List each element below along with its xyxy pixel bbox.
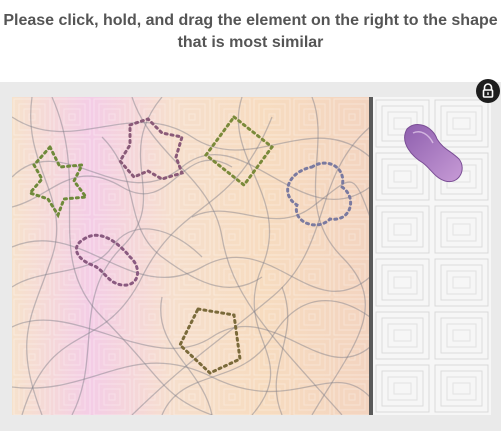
draggable-shape[interactable] [393, 115, 469, 191]
lock-icon [476, 79, 500, 103]
puzzle-canvas[interactable] [12, 97, 370, 415]
lock-button[interactable] [476, 79, 500, 103]
instruction-text: Please click, hold, and drag the element… [3, 12, 498, 51]
draggable-area [373, 97, 491, 415]
